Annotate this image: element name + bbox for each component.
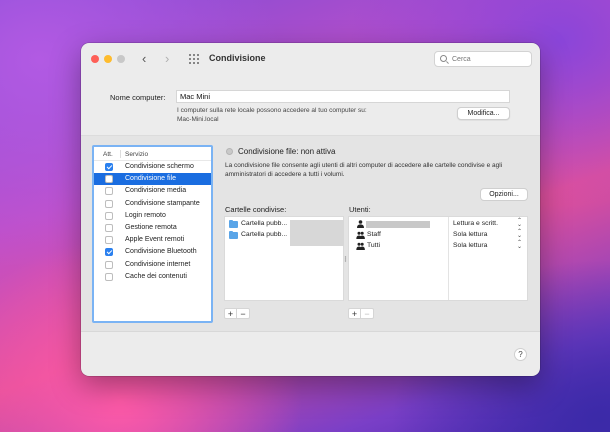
minimize-window-button[interactable] [104, 55, 112, 63]
permission-popup-chevron-icon[interactable]: ⌃ ⌄ [517, 218, 522, 228]
service-label: Condivisione stampante [125, 199, 200, 207]
user-row[interactable]: Staff Sola lettura ⌃ ⌄ [349, 229, 527, 241]
redacted-area [290, 220, 344, 246]
service-checkbox[interactable] [105, 175, 113, 184]
bottom-divider [81, 331, 540, 332]
modify-hostname-button[interactable]: Modifica... [457, 107, 510, 120]
column-header-service[interactable]: Servizio [125, 151, 148, 158]
shared-folders-label: Cartelle condivise: [225, 205, 287, 214]
single-user-icon [357, 220, 364, 228]
service-label: Condivisione file [125, 175, 176, 183]
service-row[interactable]: Apple Event remoti [94, 234, 211, 246]
service-row[interactable]: Condivisione file [94, 173, 211, 186]
service-row[interactable]: Gestione remota [94, 222, 211, 234]
user-permission[interactable]: Sola lettura [453, 242, 487, 249]
redacted-user-name [366, 221, 430, 228]
service-label: Condivisione media [125, 187, 187, 195]
local-hostname: Mac-Mini.local [177, 115, 219, 123]
users-label: Utenti: [349, 205, 371, 214]
service-checkbox[interactable] [105, 248, 113, 257]
folder-icon [229, 230, 238, 239]
add-shared-folder-button[interactable]: + [224, 308, 237, 319]
users-add-remove: + − [348, 308, 376, 319]
users-list[interactable]: Lettura e scritt. ⌃ ⌄ Staff Sola lettura … [348, 216, 528, 301]
service-label: Apple Event remoti [125, 236, 185, 244]
service-label: Condivisione Bluetooth [125, 248, 197, 256]
shared-folders-add-remove: + − [224, 308, 252, 319]
service-label: Cache dei contenuti [125, 272, 187, 280]
options-button[interactable]: Opzioni... [480, 188, 528, 201]
service-checkbox[interactable] [105, 211, 113, 220]
computer-address-description: I computer sulla rete locale possono acc… [177, 107, 367, 124]
zoom-window-button[interactable] [117, 55, 125, 63]
permission-popup-chevron-icon[interactable]: ⌃ ⌄ [517, 229, 522, 239]
title-bar: ‹ › Condivisione [81, 43, 540, 75]
user-permission[interactable]: Sola lettura [453, 231, 487, 238]
computer-name-field[interactable] [176, 90, 510, 103]
user-name: Tutti [367, 242, 380, 249]
service-checkbox[interactable] [105, 163, 113, 171]
help-button[interactable]: ? [514, 348, 527, 361]
service-checkbox[interactable] [105, 187, 113, 196]
service-row[interactable]: Condivisione media [94, 185, 211, 197]
service-row[interactable]: Cache dei contenuti [94, 271, 211, 283]
preferences-window: ‹ › Condivisione Nome computer: I comput… [81, 43, 540, 376]
group-icon [356, 231, 365, 239]
service-row[interactable]: Condivisione internet [94, 259, 211, 271]
back-chevron-icon[interactable]: ‹ [142, 52, 146, 65]
close-window-button[interactable] [91, 55, 99, 63]
search-input[interactable] [452, 54, 527, 64]
user-permission[interactable]: Lettura e scritt. [453, 220, 498, 227]
file-sharing-description: La condivisione file consente agli utent… [225, 162, 503, 178]
user-row[interactable]: Tutti Sola lettura ⌃ ⌄ [349, 240, 527, 252]
shared-folder-label: Cartella pubb... [241, 220, 288, 227]
service-row[interactable]: Login remoto [94, 210, 211, 222]
user-row[interactable]: Lettura e scritt. ⌃ ⌄ [349, 218, 527, 230]
add-user-button[interactable]: + [348, 308, 361, 319]
status-indicator-icon [226, 148, 233, 155]
window-title: Condivisione [209, 53, 266, 63]
computer-name-label: Nome computer: [110, 93, 166, 102]
sharing-main-area: Att. Servizio Condivisione schermo Condiv… [81, 136, 540, 331]
column-header-on[interactable]: Att. [103, 151, 113, 158]
remove-shared-folder-button[interactable]: − [237, 308, 250, 319]
search-icon [440, 55, 447, 62]
service-label: Login remoto [125, 211, 166, 219]
service-checkbox[interactable] [105, 260, 113, 269]
service-checkbox[interactable] [105, 272, 113, 281]
forward-chevron-icon[interactable]: › [165, 52, 169, 65]
shared-folders-list[interactable]: Cartella pubb... Cartella pubb... [224, 216, 344, 301]
service-label: Condivisione internet [125, 260, 191, 268]
search-field[interactable] [434, 51, 532, 67]
remove-user-button[interactable]: − [361, 308, 374, 319]
file-sharing-status: Condivisione file: non attiva [238, 147, 336, 156]
computer-name-section: Nome computer: I computer sulla rete loc… [81, 75, 540, 135]
splitter-handle-icon[interactable] [344, 256, 347, 262]
service-checkbox[interactable] [105, 223, 113, 232]
service-list-header: Att. Servizio [94, 147, 211, 161]
group-icon [356, 242, 365, 250]
service-row[interactable]: Condivisione schermo [94, 161, 211, 173]
service-row[interactable]: Condivisione Bluetooth [94, 246, 211, 258]
show-all-grid-icon[interactable] [189, 54, 199, 64]
service-checkbox[interactable] [105, 236, 113, 245]
service-checkbox[interactable] [105, 199, 113, 208]
shared-folder-label: Cartella pubb... [241, 231, 288, 238]
service-list[interactable]: Att. Servizio Condivisione schermo Condiv… [92, 145, 213, 323]
address-description-text: I computer sulla rete locale possono acc… [177, 107, 367, 114]
service-label: Condivisione schermo [125, 163, 194, 170]
folder-icon [229, 219, 238, 228]
user-name: Staff [367, 231, 381, 238]
service-label: Gestione remota [125, 223, 177, 231]
service-row[interactable]: Condivisione stampante [94, 198, 211, 210]
permission-popup-chevron-icon[interactable]: ⌃ ⌄ [517, 240, 522, 250]
